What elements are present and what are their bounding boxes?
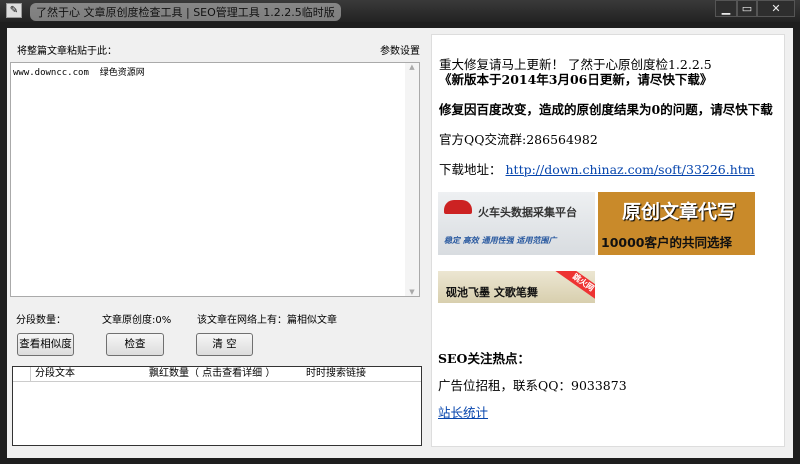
ad-banner-calligraphy[interactable]: 砚池飞墨 文歌笔舞 跳火网 xyxy=(438,271,595,303)
app-icon: ✎ xyxy=(6,3,22,18)
article-input[interactable] xyxy=(10,62,420,297)
check-button[interactable]: 检查 xyxy=(106,333,164,356)
segments-label: 分段数量： xyxy=(16,315,66,326)
col-segment-text[interactable]: 分段文本 xyxy=(31,367,149,381)
update-date: 《新版本于2014年3月06日更新，请尽快下载》 xyxy=(439,72,713,87)
results-table: 分段文本 飘红数量（ 点击查看详细 ） 时时搜索链接 xyxy=(12,366,422,446)
table-header: 分段文本 飘红数量（ 点击查看详细 ） 时时搜索链接 xyxy=(13,367,421,382)
download-label: 下载地址： xyxy=(439,162,502,177)
scroll-down-icon[interactable]: ▼ xyxy=(405,288,419,296)
train-icon xyxy=(444,200,472,214)
scrollbar[interactable]: ▲ ▼ xyxy=(405,63,419,296)
window-title: 了然于心 文章原创度检查工具 | SEO管理工具 1.2.2.5临时版 xyxy=(30,3,341,21)
settings-link[interactable]: 参数设置 xyxy=(380,42,420,57)
ad1-title: 火车头数据采集平台 xyxy=(478,206,577,219)
ad-banner-locomotive[interactable]: 火车头数据采集平台 稳定 高效 通用性强 适用范围广 xyxy=(438,192,595,255)
ad2-title: 原创文章代写 xyxy=(622,201,737,223)
originality-label: 文章原创度:0% xyxy=(102,315,172,326)
update-notice: 重大修复请马上更新！ 了然于心原创度检1.2.2.5 xyxy=(439,57,712,72)
seo-heading: SEO关注热点： xyxy=(438,351,530,366)
ad-banner-writing[interactable]: 原创文章代写 10000客户的共同选择 xyxy=(598,192,755,255)
stats-link[interactable]: 站长统计 xyxy=(438,402,488,421)
clear-button[interactable]: 清 空 xyxy=(196,333,253,356)
view-similarity-button[interactable]: 查看相似度 xyxy=(17,333,74,356)
col-red-count[interactable]: 飘红数量（ 点击查看详细 ） xyxy=(149,367,306,381)
minimize-button[interactable]: ▁ xyxy=(715,0,737,17)
col-search-link[interactable]: 时时搜索链接 xyxy=(306,367,416,381)
similar-suffix: 篇相似文章 xyxy=(287,315,337,326)
fix-notice: 修复因百度改变，造成的原创度结果为0的问题，请尽快下载 xyxy=(439,102,773,117)
paste-label: 将整篇文章粘贴于此： xyxy=(17,46,117,57)
maximize-button[interactable]: ▭ xyxy=(737,0,757,17)
ad3-title: 砚池飞墨 文歌笔舞 xyxy=(446,286,538,299)
qq-group: 官方QQ交流群:286564982 xyxy=(439,132,598,147)
ad3-ribbon: 跳火网 xyxy=(550,271,595,303)
close-button[interactable]: ✕ xyxy=(757,0,795,17)
ad-rent-text: 广告位招租，联系QQ：9033873 xyxy=(438,378,627,393)
similar-label: 该文章在网络上有： xyxy=(197,315,287,326)
scroll-up-icon[interactable]: ▲ xyxy=(405,63,419,71)
ad2-subtitle: 10000客户的共同选择 xyxy=(601,235,732,250)
download-link[interactable]: http://down.chinaz.com/soft/33226.htm xyxy=(506,162,755,177)
ad1-subtitle: 稳定 高效 通用性强 适用范围广 xyxy=(444,236,557,245)
